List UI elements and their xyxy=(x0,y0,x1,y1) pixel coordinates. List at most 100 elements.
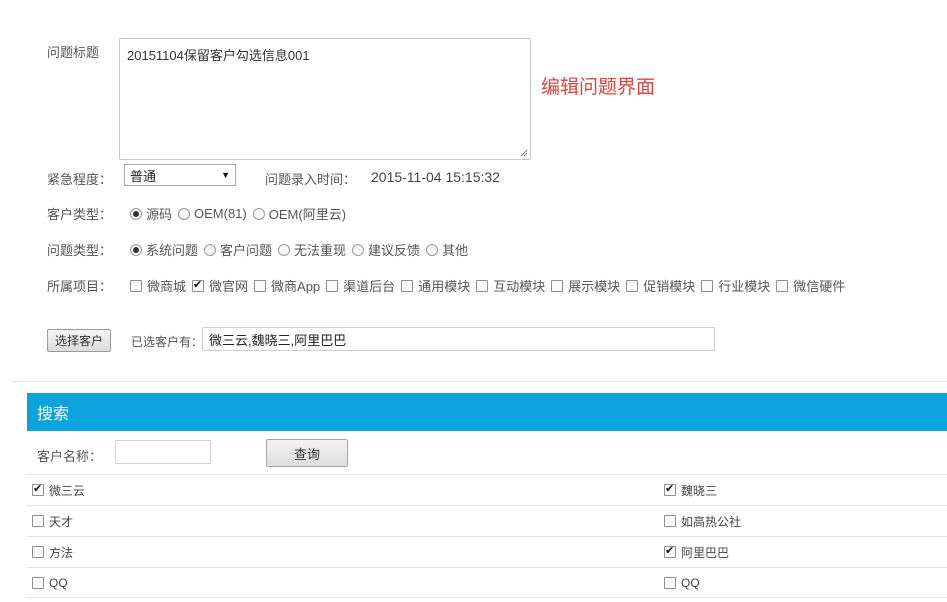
customer-item[interactable]: 微三云 xyxy=(32,482,85,499)
project-option[interactable]: 互动模块 xyxy=(476,276,545,295)
customer-label: QQ xyxy=(681,575,700,590)
checkbox-icon[interactable] xyxy=(32,515,44,527)
customer-type-label: 客户类型： xyxy=(47,207,113,222)
checkbox-icon[interactable] xyxy=(701,279,714,292)
urgency-select[interactable]: 普通 ▼ xyxy=(124,164,236,186)
project-option[interactable]: 行业模块 xyxy=(701,276,770,295)
checkbox-icon[interactable] xyxy=(664,576,676,589)
checkbox-icon[interactable] xyxy=(32,482,44,496)
customer-item[interactable]: QQ xyxy=(32,576,68,590)
issue-type-option[interactable]: 系统问题 xyxy=(130,240,198,259)
customer-item[interactable]: 天才 xyxy=(32,513,73,530)
customer-label: 阿里巴巴 xyxy=(681,545,730,560)
selected-customers-label: 已选客户有： xyxy=(131,335,204,349)
customer-item[interactable]: 阿里巴巴 xyxy=(664,544,729,561)
project-option[interactable]: 促销模块 xyxy=(626,276,695,295)
resize-grip-icon[interactable] xyxy=(520,149,528,157)
radio-icon[interactable] xyxy=(278,243,291,256)
checkbox-icon[interactable] xyxy=(254,279,267,292)
customer-type-option[interactable]: OEM(阿里云) xyxy=(252,204,346,223)
option-label: 无法重现 xyxy=(294,243,347,258)
customer-list: 微三云 魏晓三 天才 如高热公社 方法 阿里巴巴 QQ QQ xyxy=(27,474,947,598)
table-row: 微三云 魏晓三 xyxy=(27,474,947,505)
selected-customers-field[interactable]: 微三云,魏晓三,阿里巴巴 xyxy=(202,327,715,351)
table-row: 天才 如高热公社 xyxy=(27,505,947,536)
radio-icon[interactable] xyxy=(426,243,439,256)
project-option[interactable]: 微信硬件 xyxy=(776,276,845,295)
urgency-label: 紧急程度： xyxy=(47,172,113,187)
project-option[interactable]: 展示模块 xyxy=(551,276,620,295)
customer-item[interactable]: QQ xyxy=(664,576,700,590)
customer-item[interactable]: 魏晓三 xyxy=(664,482,717,499)
option-label: 其他 xyxy=(442,243,469,258)
project-option[interactable]: 渠道后台 xyxy=(326,276,395,295)
entry-time-label: 问题录入时间： xyxy=(265,172,357,187)
checkbox-icon[interactable] xyxy=(130,279,142,292)
query-button[interactable]: 查询 xyxy=(266,439,348,467)
radio-icon[interactable] xyxy=(178,207,191,220)
project-label: 所属项目： xyxy=(47,279,113,294)
option-label: 互动模块 xyxy=(493,279,546,294)
choose-customer-button[interactable]: 选择客户 xyxy=(47,329,111,352)
title-textarea[interactable]: 20151104保留客户勾选信息001 xyxy=(119,38,531,160)
entry-time-value: 2015-11-04 15:15:32 xyxy=(371,169,500,185)
issue-type-option[interactable]: 客户问题 xyxy=(204,240,272,259)
customer-item[interactable]: 如高热公社 xyxy=(664,513,741,530)
customer-label: 魏晓三 xyxy=(681,483,718,498)
radio-icon[interactable] xyxy=(252,207,265,220)
checkbox-icon[interactable] xyxy=(664,515,676,527)
search-panel-header: 搜索 xyxy=(27,393,947,431)
option-label: 客户问题 xyxy=(220,243,273,258)
radio-icon[interactable] xyxy=(204,243,217,256)
option-label: 源码 xyxy=(146,207,173,222)
checkbox-icon[interactable] xyxy=(776,279,789,292)
divider xyxy=(12,381,947,382)
checkbox-icon[interactable] xyxy=(32,576,44,589)
checkbox-icon[interactable] xyxy=(326,279,339,292)
checkbox-icon[interactable] xyxy=(32,546,44,558)
customer-type-option[interactable]: OEM(81) xyxy=(178,206,247,221)
checkbox-icon[interactable] xyxy=(664,544,676,558)
title-label: 问题标题 xyxy=(47,45,100,60)
customer-label: QQ xyxy=(49,575,68,590)
selected-customers-value: 微三云,魏晓三,阿里巴巴 xyxy=(209,332,347,348)
issue-type-label: 问题类型： xyxy=(47,243,113,258)
option-label: 渠道后台 xyxy=(343,279,396,294)
project-row: 所属项目： 微商城 微官网 微商App 渠道后台 通用模块 互动模块 展示模块 … xyxy=(47,276,851,295)
project-option[interactable]: 通用模块 xyxy=(401,276,470,295)
issue-type-option[interactable]: 建议反馈 xyxy=(352,240,420,259)
project-option[interactable]: 微商城 xyxy=(130,276,186,295)
checkbox-icon[interactable] xyxy=(626,279,639,292)
issue-type-row: 问题类型： 系统问题 客户问题 无法重现 建议反馈 其他 xyxy=(47,240,474,259)
option-label: 微信硬件 xyxy=(793,279,846,294)
checkbox-icon[interactable] xyxy=(664,482,676,496)
option-label: 促销模块 xyxy=(643,279,696,294)
table-row: 方法 阿里巴巴 xyxy=(27,536,947,567)
issue-type-option[interactable]: 其他 xyxy=(426,240,468,259)
option-label: OEM(81) xyxy=(194,206,247,221)
option-label: 微官网 xyxy=(209,279,249,294)
urgency-value: 普通 xyxy=(130,168,157,184)
customer-name-label: 客户名称： xyxy=(37,449,103,464)
checkbox-icon[interactable] xyxy=(401,279,414,292)
customer-name-input[interactable] xyxy=(115,440,211,464)
project-option[interactable]: 微商App xyxy=(254,276,320,295)
option-label: 微商城 xyxy=(147,279,187,294)
title-value: 20151104保留客户勾选信息001 xyxy=(127,48,310,63)
customer-item[interactable]: 方法 xyxy=(32,544,73,561)
checkbox-icon[interactable] xyxy=(476,279,489,292)
customer-label: 微三云 xyxy=(49,483,86,498)
issue-type-option[interactable]: 无法重现 xyxy=(278,240,346,259)
customer-type-row: 客户类型： 源码 OEM(81) OEM(阿里云) xyxy=(47,204,352,223)
checkbox-icon[interactable] xyxy=(192,278,205,292)
customer-type-option[interactable]: 源码 xyxy=(130,204,172,223)
search-panel-title: 搜索 xyxy=(37,406,70,423)
radio-icon[interactable] xyxy=(130,243,142,256)
radio-icon[interactable] xyxy=(130,207,142,220)
project-option[interactable]: 微官网 xyxy=(192,276,248,295)
customer-label: 如高热公社 xyxy=(681,514,742,529)
checkbox-icon[interactable] xyxy=(551,279,564,292)
option-label: 行业模块 xyxy=(718,279,771,294)
option-label: 微商App xyxy=(271,279,321,294)
radio-icon[interactable] xyxy=(352,243,365,256)
